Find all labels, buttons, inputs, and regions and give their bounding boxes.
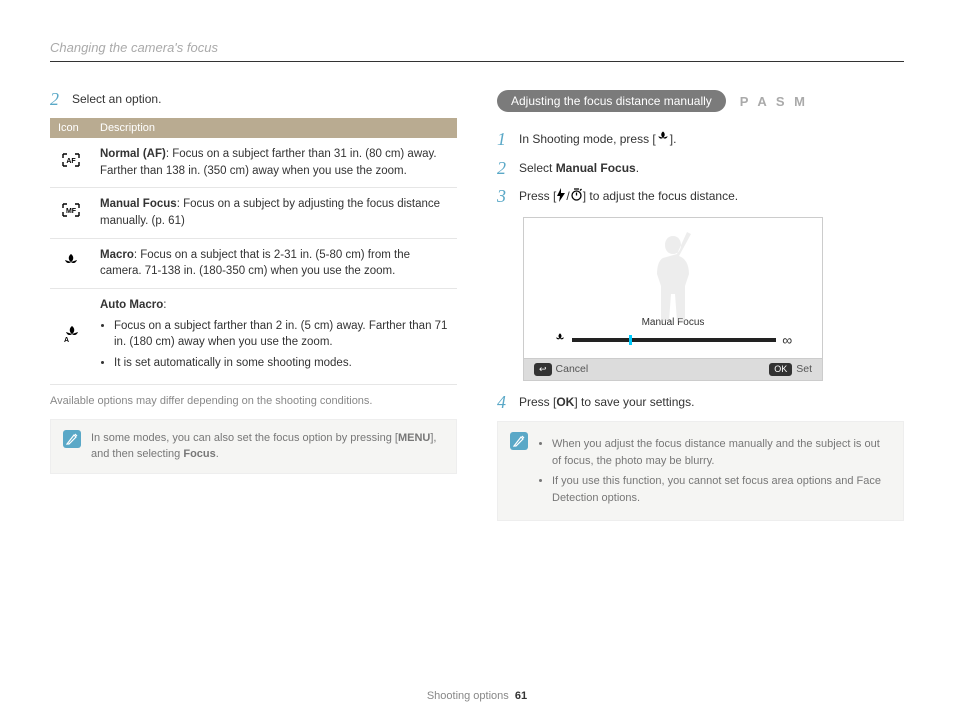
table-row: MF Manual Focus: Focus on a subject by a… [50,188,457,238]
cancel-label: Cancel [556,363,589,375]
step-number: 4 [497,393,511,411]
macro-icon [62,252,80,276]
step-number: 1 [497,130,511,148]
flash-icon [556,188,566,207]
row-title: Manual Focus [100,198,177,210]
left-column: 2 Select an option. Icon Description AF [50,90,457,521]
page-footer: Shooting options 61 [0,690,954,702]
step-number: 2 [50,90,64,108]
page-header: Changing the camera's focus [50,40,904,62]
row-desc: : [163,299,166,311]
step-text: Select Manual Focus. [519,159,904,177]
note-icon [63,430,81,448]
auto-macro-icon: A [61,324,81,350]
svg-text:MF: MF [66,208,77,215]
table-row: A Auto Macro: Focus on a subject farther… [50,289,457,385]
right-column: Adjusting the focus distance manually P … [497,90,904,521]
focus-slider[interactable] [572,338,776,342]
af-icon: AF [61,152,81,174]
mf-icon: MF [61,202,81,224]
focus-display: Manual Focus ∞ ↩Cancel OKSet [523,217,823,382]
back-icon: ↩ [534,363,552,377]
list-item: When you adjust the focus distance manua… [552,436,891,469]
table-row: AF Normal (AF): Focus on a subject farth… [50,138,457,188]
step-number: 3 [497,187,511,205]
svg-text:AF: AF [66,158,76,165]
note-box: In some modes, you can also set the focu… [50,419,457,474]
step-text: Select an option. [72,90,457,108]
step-text: Press [OK] to save your settings. [519,393,904,411]
person-silhouette-icon [623,226,723,326]
row-title: Auto Macro [100,299,163,311]
infinity-icon: ∞ [782,332,792,348]
col-header-desc: Description [92,118,457,138]
list-item: It is set automatically in some shooting… [114,355,449,372]
step-text: In Shooting mode, press []. [519,130,904,149]
note-icon [510,432,528,450]
macro-icon [554,332,566,347]
ok-icon: OK [769,363,792,377]
row-title: Normal (AF) [100,148,166,160]
mode-indicators: P A S M [740,94,808,109]
row-desc: : Focus on a subject that is 2-31 in. (5… [100,249,410,278]
table-caption: Available options may differ depending o… [50,395,457,407]
svg-text:A: A [64,337,69,344]
step-text: Press [/] to adjust the focus distance. [519,187,904,206]
note-text: In some modes, you can also set the focu… [91,430,444,463]
set-label: Set [796,363,812,375]
focus-options-table: Icon Description AF Normal (AF): Focus o… [50,118,457,385]
list-item: Focus on a subject farther than 2 in. (5… [114,318,449,351]
footer-section: Shooting options [427,690,509,702]
step-number: 2 [497,159,511,177]
col-header-icon: Icon [50,118,92,138]
row-title: Macro [100,249,134,261]
list-item: If you use this function, you cannot set… [552,473,891,506]
section-pill: Adjusting the focus distance manually [497,90,726,112]
timer-icon [570,188,583,206]
page-number: 61 [515,690,527,702]
note-box: When you adjust the focus distance manua… [497,421,904,521]
table-row: Macro: Focus on a subject that is 2-31 i… [50,238,457,288]
macro-icon [656,130,670,149]
